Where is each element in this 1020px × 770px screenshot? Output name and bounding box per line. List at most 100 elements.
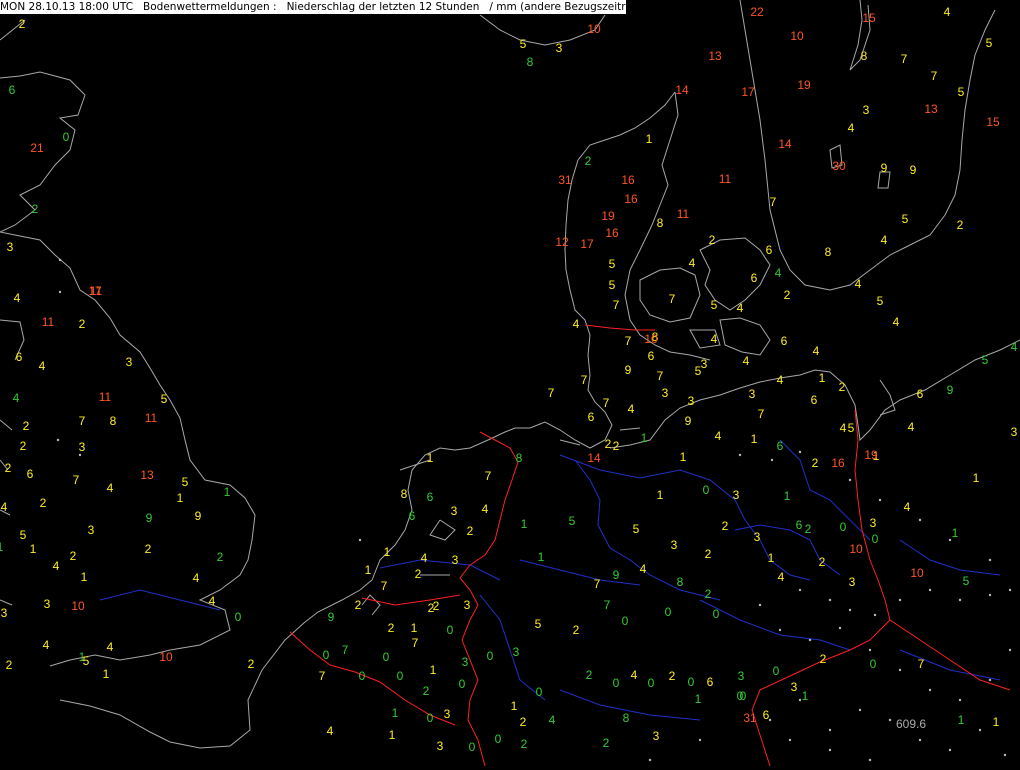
station-value: 11 <box>719 172 732 186</box>
station-dot <box>798 588 802 592</box>
station-value: 4 <box>813 344 820 358</box>
station-value: 4 <box>777 373 784 387</box>
station-dot <box>778 628 782 632</box>
station-value: 1 <box>695 692 702 706</box>
station-dot <box>918 738 922 742</box>
station-value: 16 <box>621 173 635 187</box>
station-value: 5 <box>20 528 27 542</box>
station-value: 2 <box>520 715 527 729</box>
station-value: 0 <box>63 130 70 144</box>
station-value: 0 <box>740 689 747 703</box>
coastline-segment <box>624 91 711 361</box>
station-dot <box>868 758 872 762</box>
station-value: 2 <box>705 587 712 601</box>
station-value: 1 <box>802 689 809 703</box>
station-dot <box>56 438 60 442</box>
station-value: 7 <box>73 473 80 487</box>
station-value: 30 <box>832 159 846 173</box>
station-value: 7 <box>79 414 86 428</box>
station-dot <box>358 538 362 542</box>
station-value: 2 <box>79 317 86 331</box>
station-value: 9 <box>685 414 692 428</box>
station-value: 5 <box>609 278 616 292</box>
station-value: 4 <box>14 291 21 305</box>
station-value: 4 <box>43 638 50 652</box>
station-value: 7 <box>770 195 777 209</box>
station-value: 3 <box>688 394 695 408</box>
station-value: 3 <box>462 655 469 669</box>
station-value: 4 <box>421 551 428 565</box>
station-value: 2 <box>586 668 593 682</box>
station-value: 0 <box>870 657 877 671</box>
map-description: Niederschlag der letzten 12 Stunden <box>286 1 480 13</box>
station-value: 14 <box>778 137 792 151</box>
station-value: 7 <box>758 407 765 421</box>
station-value: 5 <box>535 617 542 631</box>
station-value: 2 <box>20 439 27 453</box>
station-value: 8 <box>825 245 832 259</box>
station-value: 0 <box>383 650 390 664</box>
station-value: 609.6 <box>896 717 926 731</box>
station-value: 2 <box>248 657 255 671</box>
station-value: 5 <box>569 514 576 528</box>
station-value: 21 <box>30 141 44 155</box>
station-value: 7 <box>381 579 388 593</box>
station-dot <box>58 258 62 262</box>
national-border <box>584 324 655 331</box>
station-value: 6 <box>648 349 655 363</box>
station-value: 5 <box>902 212 909 226</box>
station-value: 1 <box>680 450 687 464</box>
station-value: 5 <box>182 475 189 489</box>
station-value: 8 <box>110 414 117 428</box>
regional-border <box>559 689 701 721</box>
station-value: 5 <box>963 574 970 588</box>
station-value: 2 <box>605 437 612 451</box>
station-value: 0 <box>235 610 242 624</box>
station-dot <box>918 518 922 522</box>
station-value: 0 <box>665 605 672 619</box>
station-value: 5 <box>877 294 884 308</box>
station-value: 3 <box>7 240 14 254</box>
station-value: 5 <box>520 37 527 51</box>
station-value: 6 <box>27 467 34 481</box>
station-value: 4 <box>107 481 114 495</box>
station-value: 5 <box>848 421 855 435</box>
station-value: 0 <box>872 532 879 546</box>
station-value: 0 <box>323 648 330 662</box>
station-dot <box>848 478 852 482</box>
station-dot <box>758 603 762 607</box>
station-value: 7 <box>581 373 588 387</box>
station-value: 2 <box>217 550 224 564</box>
station-value: 3 <box>870 516 877 530</box>
station-value: 9 <box>625 363 632 377</box>
station-value: 0 <box>397 669 404 683</box>
station-value: 2 <box>613 439 620 453</box>
station-value: 4 <box>631 668 638 682</box>
station-value: 2 <box>428 601 435 615</box>
station-value: 2 <box>722 519 729 533</box>
weather-map: 2 22 15 4 10 5 3 8 6 5 13 10 8 7 7 5 14 17 19 3 13 4 15 1 14 21 0 2… <box>0 0 1020 767</box>
station-dot <box>848 608 852 612</box>
station-value: 7 <box>485 469 492 483</box>
station-value: 4 <box>193 571 200 585</box>
station-value: 1 <box>103 667 110 681</box>
station-value: 9 <box>146 511 153 525</box>
station-value: 7 <box>604 598 611 612</box>
station-value: 10 <box>849 542 863 556</box>
station-value: 3 <box>437 739 444 753</box>
station-value: 0 <box>840 520 847 534</box>
station-value: 6 <box>796 518 803 532</box>
station-value: 8 <box>401 487 408 501</box>
station-value: 4 <box>107 640 114 654</box>
station-value: 2 <box>19 17 26 31</box>
station-value: 1 <box>30 542 37 556</box>
station-value: 10 <box>159 650 173 664</box>
coastline-segment <box>564 91 676 376</box>
station-value: 7 <box>548 386 555 400</box>
station-value: 1 <box>392 706 399 720</box>
station-dot <box>958 698 962 702</box>
station-value: 3 <box>452 553 459 567</box>
station-value: 4 <box>573 317 580 331</box>
station-value: 0 <box>487 649 494 663</box>
station-value: 19 <box>864 448 878 462</box>
